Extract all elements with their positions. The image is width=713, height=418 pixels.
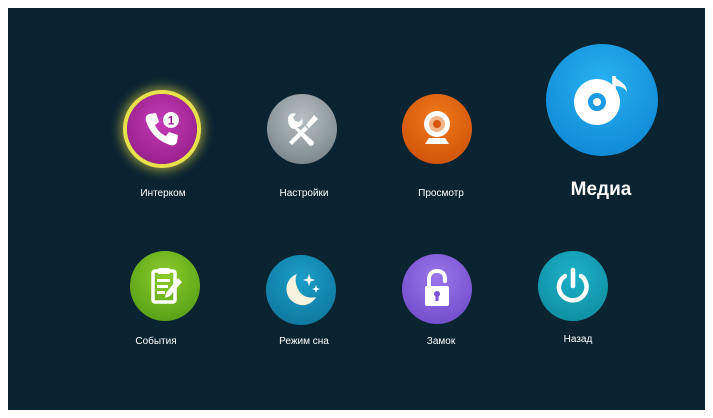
back-button[interactable] xyxy=(538,251,608,321)
menu-label-view: Просмотр xyxy=(418,188,464,199)
music-disc-icon xyxy=(574,76,627,125)
tools-icon xyxy=(288,113,318,146)
clipboard-icon xyxy=(151,268,182,304)
events-button[interactable] xyxy=(130,251,200,321)
intercom-badge: 1 xyxy=(168,114,175,128)
intercom-button[interactable]: 1 xyxy=(127,94,197,164)
sleep-button[interactable] xyxy=(266,255,336,325)
settings-button[interactable] xyxy=(267,94,337,164)
power-icon xyxy=(556,267,589,303)
menu-label-sleep: Режим сна xyxy=(279,336,329,347)
menu-label-back: Назад xyxy=(563,334,593,345)
phone-icon: 1 xyxy=(145,112,179,146)
menu-label-events: События xyxy=(135,336,177,347)
lock-button[interactable] xyxy=(402,254,472,324)
menu-label-settings: Настройки xyxy=(279,188,329,199)
menu-label-media: Медиа xyxy=(570,179,632,200)
media-button[interactable] xyxy=(546,44,658,156)
menu-label-lock: Замок xyxy=(426,336,456,347)
main-menu-screen: 1 Интерком Настройки Просмотр Медиа Собы… xyxy=(8,8,705,410)
webcam-icon xyxy=(424,111,450,144)
moon-stars-icon xyxy=(286,274,320,306)
unlock-icon xyxy=(425,268,449,306)
view-button[interactable] xyxy=(402,94,472,164)
menu-label-intercom: Интерком xyxy=(140,188,186,199)
